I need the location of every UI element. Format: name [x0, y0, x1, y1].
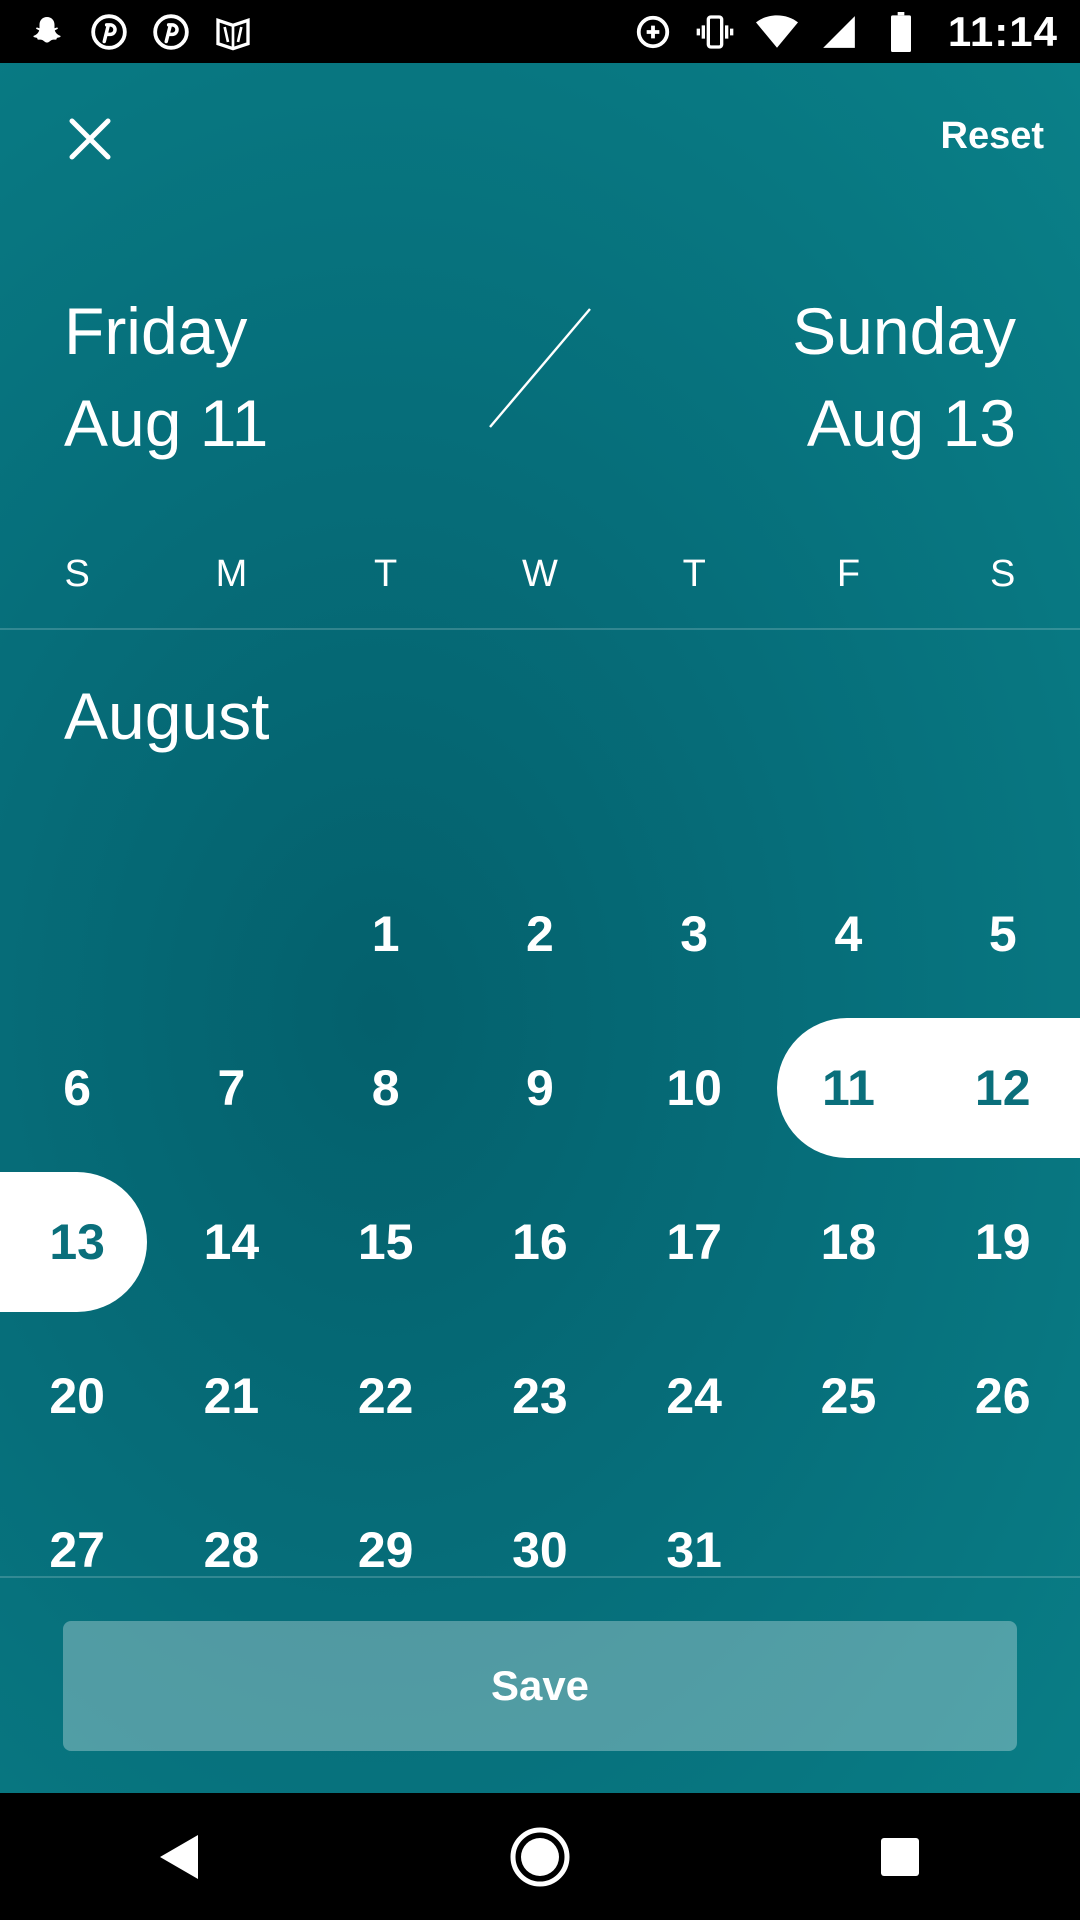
calendar-day	[154, 857, 308, 1011]
week-row: 1 2 3 4 5	[0, 857, 1080, 1011]
end-date: Sunday Aug 13	[792, 285, 1016, 469]
battery-icon	[880, 11, 922, 53]
home-button[interactable]	[495, 1812, 585, 1902]
calendar-day[interactable]: 7	[154, 1011, 308, 1165]
calendar-day[interactable]: 6	[0, 1011, 154, 1165]
back-icon	[160, 1834, 198, 1879]
start-date-label: Aug 11	[64, 386, 269, 460]
calendar-day[interactable]: 23	[463, 1319, 617, 1473]
calendar-day[interactable]: 16	[463, 1165, 617, 1319]
calendar-day	[926, 1473, 1080, 1627]
range-separator	[489, 308, 591, 428]
vibrate-icon	[694, 11, 736, 53]
calendar-day[interactable]: 9	[463, 1011, 617, 1165]
calendar-day[interactable]: 2	[463, 857, 617, 1011]
calendar-day[interactable]: 24	[617, 1319, 771, 1473]
recents-icon	[881, 1837, 919, 1876]
feedly-icon	[212, 11, 254, 53]
calendar-day[interactable]: 31	[617, 1473, 771, 1627]
signal-icon	[818, 11, 860, 53]
calendar-day[interactable]: 8	[309, 1011, 463, 1165]
close-button[interactable]	[64, 113, 116, 165]
recents-button[interactable]	[855, 1812, 945, 1902]
calendar-day[interactable]: 20	[0, 1319, 154, 1473]
weekday-header: S M T W T F S	[0, 553, 1080, 596]
weekday-label: S	[990, 553, 1016, 595]
pinterest-icon	[88, 11, 130, 53]
calendar-day[interactable]: 5	[926, 857, 1080, 1011]
week-row: 6 7 8 9 10 11 12	[0, 1011, 1080, 1165]
calendar-day	[0, 857, 154, 1011]
calendar-day-selected[interactable]: 12	[926, 1011, 1080, 1165]
calendar-day[interactable]: 22	[309, 1319, 463, 1473]
end-date-label: Aug 13	[806, 386, 1016, 460]
calendar-day[interactable]: 27	[0, 1473, 154, 1627]
data-saver-icon	[632, 11, 674, 53]
pinterest-icon	[150, 11, 192, 53]
weekday-label: T	[682, 553, 706, 595]
calendar-day[interactable]: 3	[617, 857, 771, 1011]
calendar-day[interactable]: 15	[309, 1165, 463, 1319]
weekday-label: F	[836, 553, 861, 595]
calendar-day[interactable]: 14	[154, 1165, 308, 1319]
calendar-day[interactable]: 30	[463, 1473, 617, 1627]
week-row: 20 21 22 23 24 25 26	[0, 1319, 1080, 1473]
calendar-day[interactable]: 10	[617, 1011, 771, 1165]
start-day-label: Friday	[64, 294, 248, 368]
home-icon	[510, 1827, 570, 1886]
save-button[interactable]: Save	[63, 1621, 1017, 1751]
calendar-day-selected[interactable]: 13	[0, 1165, 154, 1319]
calendar-day[interactable]: 18	[771, 1165, 925, 1319]
weekday-label: M	[215, 553, 248, 595]
close-icon	[69, 118, 111, 160]
calendar-grid: 1 2 3 4 5 6 7 8 9 10 11 12 13 14 15 16 1…	[0, 857, 1080, 1627]
divider	[0, 628, 1080, 630]
start-date: Friday Aug 11	[64, 285, 268, 469]
reset-button[interactable]: Reset	[941, 115, 1045, 158]
snapchat-icon	[26, 11, 68, 53]
calendar-day[interactable]: 19	[926, 1165, 1080, 1319]
navigation-bar	[0, 1793, 1080, 1920]
calendar-day[interactable]: 25	[771, 1319, 925, 1473]
status-bar: 11:14	[0, 0, 1080, 63]
calendar-day[interactable]: 29	[309, 1473, 463, 1627]
date-picker-screen: Reset Friday Aug 11 Sunday Aug 13 S M T …	[0, 63, 1080, 1793]
calendar-day-selected[interactable]: 11	[771, 1011, 925, 1165]
calendar-day	[771, 1473, 925, 1627]
calendar-day[interactable]: 1	[309, 857, 463, 1011]
week-row: 27 28 29 30 31	[0, 1473, 1080, 1627]
month-title: August	[64, 679, 270, 753]
end-day-label: Sunday	[792, 294, 1016, 368]
calendar-day[interactable]: 28	[154, 1473, 308, 1627]
week-row: 13 14 15 16 17 18 19	[0, 1165, 1080, 1319]
weekday-label: W	[521, 553, 558, 595]
calendar-day[interactable]: 26	[926, 1319, 1080, 1473]
calendar-day[interactable]: 21	[154, 1319, 308, 1473]
calendar-day[interactable]: 4	[771, 857, 925, 1011]
calendar-day[interactable]: 17	[617, 1165, 771, 1319]
weekday-label: T	[374, 553, 398, 595]
weekday-label: S	[64, 553, 90, 595]
back-button[interactable]	[135, 1812, 225, 1902]
status-time: 11:14	[947, 7, 1058, 55]
wifi-icon	[755, 11, 798, 53]
